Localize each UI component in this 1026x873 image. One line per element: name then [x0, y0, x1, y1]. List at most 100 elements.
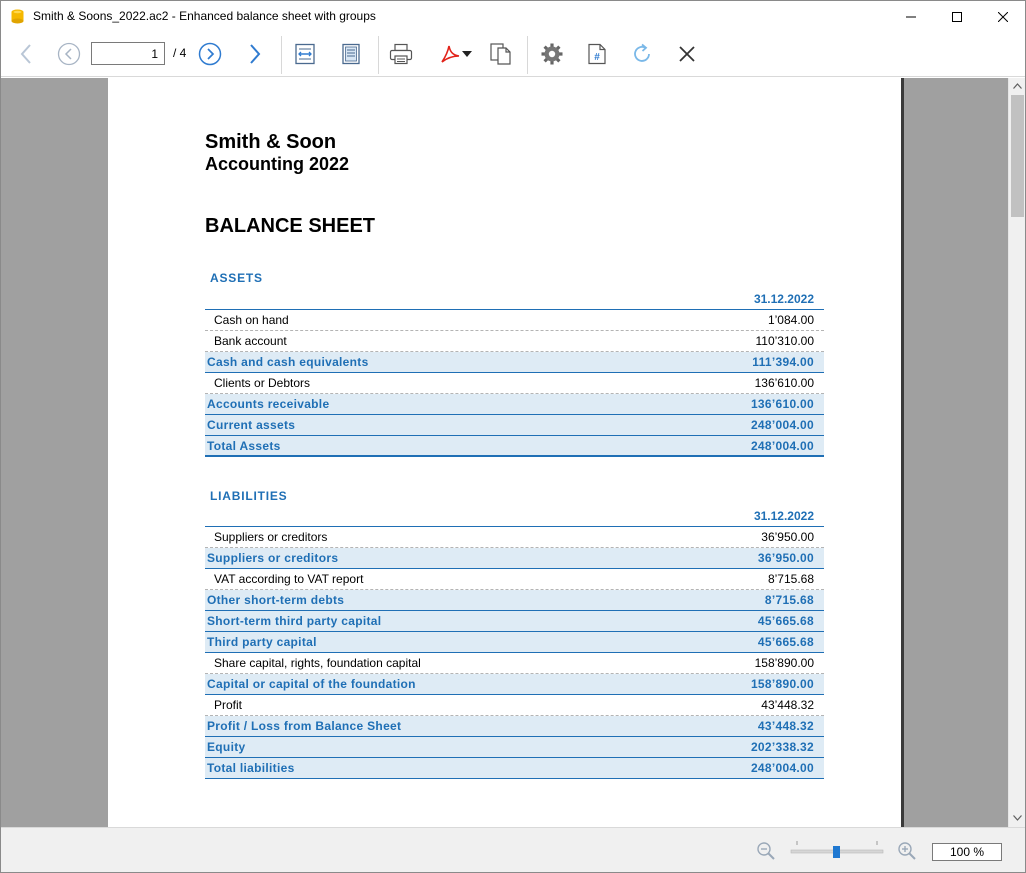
row-label: Equity [207, 740, 246, 754]
settings-icon [541, 43, 563, 65]
row-amount: 248’004.00 [750, 418, 814, 432]
chevron-down-icon [462, 51, 472, 57]
row-amount: 36’950.00 [757, 551, 814, 565]
forward-arrow-icon [250, 44, 261, 64]
next-page-icon [198, 42, 222, 66]
row-label: Profit / Loss from Balance Sheet [207, 719, 402, 733]
toolbar-separator [527, 36, 528, 74]
settings-button[interactable] [539, 41, 565, 67]
back-button[interactable] [13, 41, 39, 67]
toolbar: / 4 # [1, 32, 1025, 77]
fit-page-button[interactable] [338, 41, 364, 67]
group-total-row: Profit / Loss from Balance Sheet 43’448.3… [205, 716, 824, 737]
zoom-in-icon[interactable] [897, 841, 917, 861]
row-amount: 158’890.00 [754, 656, 814, 670]
row-label: Cash and cash equivalents [207, 355, 369, 369]
next-page-button[interactable] [197, 41, 223, 67]
liabilities-table: Suppliers or creditors 36’950.00 Suppliers… [205, 527, 824, 779]
row-label: Share capital, rights, foundation capita… [214, 656, 421, 670]
account-row: Suppliers or creditors 36’950.00 [205, 527, 824, 548]
row-amount: 8’715.68 [767, 572, 814, 586]
scroll-down-icon[interactable] [1013, 815, 1022, 821]
account-row: VAT according to VAT report 8’715.68 [205, 569, 824, 590]
scrollbar-thumb[interactable] [1011, 95, 1024, 217]
assets-table: Cash on hand 1’084.00 Bank account 110’310.… [205, 310, 824, 457]
toolbar-separator [378, 36, 379, 74]
export-pdf-button[interactable] [433, 41, 477, 67]
row-label: Accounts receivable [207, 397, 330, 411]
group-total-row: Suppliers or creditors 36’950.00 [205, 548, 824, 569]
row-label: Clients or Debtors [214, 376, 311, 390]
copy-button[interactable] [488, 41, 514, 67]
row-amount: 248’004.00 [750, 761, 814, 775]
window-title: Smith & Soons_2022.ac2 - Enhanced balanc… [33, 9, 376, 23]
fit-page-icon [342, 43, 360, 65]
row-amount: 202’338.32 [750, 740, 814, 754]
print-icon [389, 43, 413, 65]
zoom-slider[interactable] [789, 838, 885, 862]
group-total-row: Equity 202’338.32 [205, 737, 824, 758]
report-viewer-window: Smith & Soons_2022.ac2 - Enhanced balanc… [0, 0, 1026, 873]
group-total-row: Cash and cash equivalents 111’394.00 [205, 352, 824, 373]
refresh-icon [634, 43, 650, 62]
row-label: Suppliers or creditors [214, 530, 328, 544]
print-button[interactable] [388, 41, 414, 67]
fit-width-button[interactable] [292, 41, 318, 67]
group-total-row: Short-term third party capital 45’665.68 [205, 611, 824, 632]
close-report-button[interactable] [674, 41, 700, 67]
row-label: Total liabilities [207, 761, 295, 775]
toolbar-separator [281, 36, 282, 74]
zoom-out-icon[interactable] [756, 841, 776, 861]
page-number-button[interactable]: # [584, 41, 610, 67]
document-view[interactable]: Smith & Soon Accounting 2022 BALANCE SHE… [1, 78, 1008, 827]
app-icon [11, 9, 24, 24]
accounting-year: Accounting 2022 [205, 154, 350, 174]
report-page: Smith & Soon Accounting 2022 BALANCE SHE… [108, 78, 901, 827]
group-total-row: Third party capital 45’665.68 [205, 632, 824, 653]
svg-text:#: # [594, 52, 600, 63]
group-total-row: Capital or capital of the foundation 158’… [205, 674, 824, 695]
scroll-up-icon[interactable] [1013, 83, 1022, 89]
row-label: VAT according to VAT report [214, 572, 364, 586]
zoom-level-field[interactable]: 100 % [932, 843, 1002, 861]
minimize-button[interactable] [888, 1, 934, 32]
refresh-button[interactable] [629, 41, 655, 67]
report-heading: BALANCE SHEET [205, 215, 376, 237]
status-bar: 100 % [1, 827, 1025, 872]
copy-icon [490, 43, 511, 65]
account-row: Share capital, rights, foundation capita… [205, 653, 824, 674]
row-label: Bank account [214, 334, 287, 348]
row-label: Capital or capital of the foundation [207, 677, 416, 691]
close-window-button[interactable] [980, 1, 1026, 32]
row-label: Current assets [207, 418, 296, 432]
maximize-button[interactable] [934, 1, 980, 32]
row-label: Suppliers or creditors [207, 551, 339, 565]
row-amount: 158’890.00 [750, 677, 814, 691]
row-amount: 136’610.00 [754, 376, 814, 390]
maximize-icon [952, 11, 962, 22]
group-total-row: Accounts receivable 136’610.00 [205, 394, 824, 415]
minimize-icon [906, 16, 916, 17]
row-label: Total Assets [207, 439, 281, 453]
group-total-row: Total liabilities 248’004.00 [205, 758, 824, 779]
liabilities-date-header: 31.12.2022 [205, 506, 824, 527]
row-amount: 36’950.00 [761, 530, 814, 544]
previous-page-button[interactable] [56, 41, 82, 67]
vertical-scrollbar[interactable] [1008, 78, 1025, 827]
row-amount: 45’665.68 [757, 614, 814, 628]
close-icon [679, 46, 695, 62]
assets-date-header: 31.12.2022 [205, 289, 824, 310]
company-name: Smith & Soon [205, 131, 337, 153]
row-amount: 248’004.00 [750, 439, 814, 453]
page-number-icon: # [588, 43, 606, 65]
row-label: Profit [214, 698, 243, 712]
row-amount: 111’394.00 [752, 355, 814, 369]
row-amount: 45’665.68 [757, 635, 814, 649]
forward-button[interactable] [242, 41, 268, 67]
pdf-icon [441, 45, 460, 63]
assets-section-title: ASSETS [210, 271, 263, 285]
row-amount: 8’715.68 [764, 593, 814, 607]
page-number-input[interactable] [91, 42, 165, 65]
group-total-row: Other short-term debts 8’715.68 [205, 590, 824, 611]
account-row: Cash on hand 1’084.00 [205, 310, 824, 331]
